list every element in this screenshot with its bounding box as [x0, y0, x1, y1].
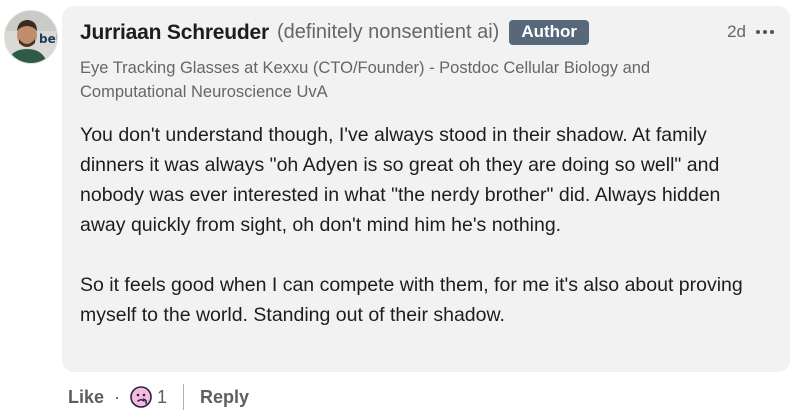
svg-text:bel: bel: [39, 32, 57, 46]
like-button[interactable]: Like: [68, 387, 104, 408]
curious-reaction-icon[interactable]: [130, 386, 152, 408]
comment-bubble: Jurriaan Schreuder (definitely nonsentie…: [62, 6, 790, 372]
comment-thread-item: bel Jurriaan Schreuder (definitely nonse…: [0, 0, 800, 416]
comment-actions: Like · 1 Reply: [68, 382, 249, 412]
author-badge: Author: [509, 20, 590, 45]
author-pronouns: (definitely nonsentient ai): [276, 21, 500, 43]
comment-body: You don't understand though, I've always…: [80, 120, 770, 330]
author-headline: Eye Tracking Glasses at Kexxu (CTO/Found…: [80, 59, 651, 101]
more-options-icon[interactable]: [754, 26, 776, 38]
separator-dot: ·: [114, 386, 121, 407]
avatar-photo: bel: [5, 11, 57, 63]
comment-paragraph: So it feels good when I can compete with…: [80, 274, 743, 326]
comment-paragraph: You don't understand though, I've always…: [80, 124, 721, 236]
action-divider: [183, 384, 185, 410]
timestamp: 2d: [727, 22, 746, 41]
avatar[interactable]: bel: [4, 10, 58, 64]
reply-button[interactable]: Reply: [200, 387, 249, 408]
reaction-count[interactable]: 1: [157, 387, 167, 408]
comment-meta: 2d: [727, 22, 776, 42]
author-name[interactable]: Jurriaan Schreuder: [80, 21, 269, 45]
comment-header: Jurriaan Schreuder (definitely nonsentie…: [80, 20, 590, 45]
